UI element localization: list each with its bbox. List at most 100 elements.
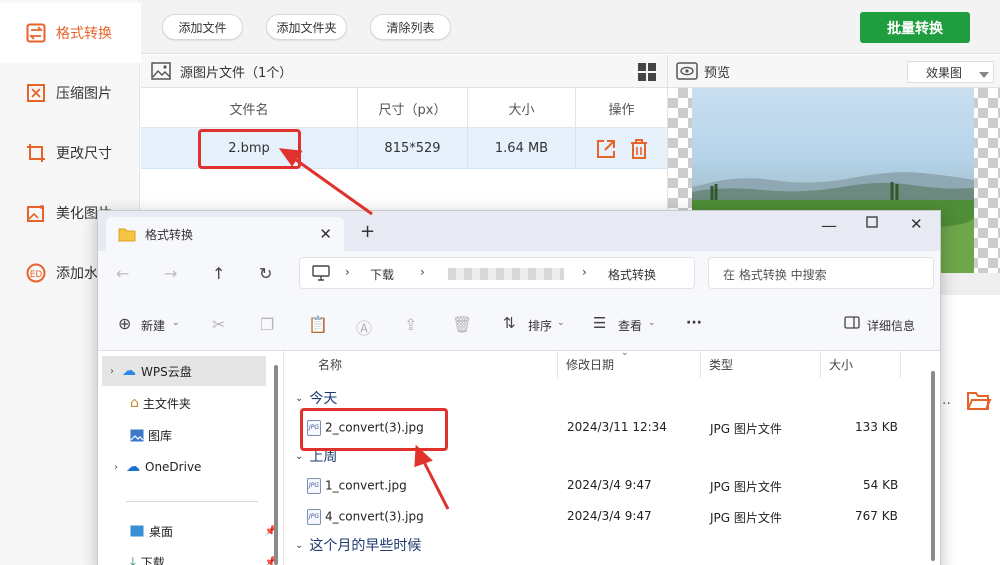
sort-button[interactable]: 排序	[528, 317, 552, 334]
folder-open-icon[interactable]	[966, 389, 992, 417]
delete-icon[interactable]: 🗑	[452, 315, 472, 334]
batch-convert-button[interactable]: 批量转换	[860, 12, 970, 43]
compress-icon	[26, 83, 46, 103]
paste-icon[interactable]: 📋	[308, 315, 328, 334]
close-window-icon[interactable]: ✕	[910, 215, 923, 233]
list-item[interactable]: JPG 4_convert(3).jpg 2024/3/4 9:47 JPG 图片…	[285, 502, 935, 530]
column-actions: 操作	[608, 102, 635, 118]
file-list-scrollbar[interactable]	[931, 371, 935, 561]
more-button[interactable]: ···	[686, 315, 702, 331]
chevron-down-icon: ⌄	[295, 392, 304, 404]
sidebar-item-compress[interactable]: 压缩图片	[0, 63, 140, 123]
desktop-icon	[130, 525, 144, 537]
image-icon	[151, 62, 171, 80]
chevron-down-icon: ⌄	[295, 450, 304, 462]
refresh-icon[interactable]: ↻	[259, 264, 272, 283]
chevron-right-icon: ›	[114, 461, 118, 473]
copy-icon[interactable]: ❐	[260, 315, 274, 334]
group-header-earlier-this-month[interactable]: ⌄ 这个月的早些时候	[295, 535, 421, 555]
source-files-title: 源图片文件（1个）	[180, 65, 293, 81]
file-date: 2024/3/4 9:47	[567, 478, 652, 492]
file-dimensions: 815*529	[358, 128, 468, 169]
column-type[interactable]: 类型	[701, 351, 821, 378]
file-actions	[576, 128, 667, 169]
chevron-down-icon: ⌄	[648, 318, 656, 328]
rename-icon[interactable]: Ⓐ	[356, 315, 372, 339]
minimize-icon[interactable]: —	[821, 216, 837, 235]
chevron-down-icon: ⌄	[557, 318, 565, 328]
breadcrumb-item[interactable]: 下载	[370, 266, 394, 283]
maximize-icon[interactable]	[866, 216, 878, 232]
nav-item-label: OneDrive	[145, 460, 202, 474]
sidebar-item-label: 压缩图片	[56, 86, 112, 102]
cut-icon[interactable]: ✂	[212, 315, 225, 334]
navigation-pane: › ☁ WPS云盘 ⌂ 主文件夹 图库 › ☁ OneDrive 桌面 📌 ⤓ …	[98, 351, 284, 565]
share-icon[interactable]: ⇪	[404, 315, 417, 334]
nav-item-home[interactable]: ⌂ 主文件夹	[98, 388, 283, 418]
gallery-icon	[130, 429, 144, 442]
column-size[interactable]: 大小	[821, 351, 901, 378]
more-dots-icon[interactable]: ··	[942, 396, 951, 412]
nav-item-label: 桌面	[149, 524, 174, 539]
group-header-today[interactable]: ⌄ 今天	[295, 388, 337, 408]
eye-icon	[676, 61, 698, 85]
nav-item-gallery[interactable]: 图库	[98, 420, 283, 450]
breadcrumb[interactable]: › 下载 › › 格式转换	[299, 257, 695, 289]
group-label: 这个月的早些时候	[309, 538, 422, 554]
back-icon[interactable]: ←	[116, 264, 129, 283]
add-folder-button[interactable]: 添加文件夹	[266, 14, 347, 40]
breadcrumb-item[interactable]: 格式转换	[608, 266, 656, 283]
folder-icon	[118, 227, 136, 242]
column-size: 大小	[468, 88, 576, 128]
column-date[interactable]: 修改日期	[558, 351, 701, 378]
clear-list-button[interactable]: 清除列表	[370, 14, 451, 40]
nav-item-desktop[interactable]: 桌面 📌	[98, 516, 283, 546]
download-icon: ⤓	[130, 554, 136, 565]
nav-item-label: 图库	[148, 428, 173, 443]
list-item[interactable]: JPG 1_convert.jpg 2024/3/4 9:47 JPG 图片文件 …	[285, 471, 935, 499]
preview-title: 预览	[704, 65, 731, 81]
cloud-icon: ☁	[122, 363, 136, 379]
close-tab-icon[interactable]: ✕	[319, 225, 332, 243]
blurred-path	[448, 268, 564, 280]
up-icon[interactable]: ↑	[212, 264, 225, 283]
nav-item-downloads[interactable]: ⤓ 下载 📌	[98, 547, 283, 565]
view-button[interactable]: 查看	[618, 317, 642, 334]
chevron-right-icon: ›	[110, 365, 114, 377]
trash-icon[interactable]	[629, 138, 649, 160]
file-size: 133 KB	[855, 420, 898, 434]
file-name-cell: JPG 1_convert.jpg	[307, 478, 407, 494]
sidebar-item-format-convert[interactable]: 格式转换	[0, 3, 140, 63]
forward-icon[interactable]: →	[164, 264, 177, 283]
sidebar-item-resize[interactable]: 更改尺寸	[0, 123, 140, 183]
open-external-icon[interactable]	[595, 138, 617, 160]
highlight-box	[198, 129, 301, 169]
column-dimensions: 尺寸（px）	[358, 88, 468, 128]
file-size: 767 KB	[855, 509, 898, 523]
details-button[interactable]: 详细信息	[867, 317, 915, 334]
new-button[interactable]: 新建	[141, 317, 165, 334]
nav-item-label: 主文件夹	[142, 396, 191, 411]
new-tab-icon[interactable]: +	[360, 221, 375, 242]
new-icon[interactable]: ⊕	[118, 314, 131, 333]
search-input[interactable]: 在 格式转换 中搜索	[708, 257, 934, 289]
watermark-icon: ED	[26, 263, 46, 283]
nav-item-wps-cloud[interactable]: › ☁ WPS云盘	[102, 356, 266, 386]
add-file-button[interactable]: 添加文件	[162, 14, 243, 40]
file-size: 54 KB	[863, 478, 899, 492]
column-name[interactable]: 名称	[310, 351, 558, 378]
source-files-header: 源图片文件（1个）	[141, 55, 667, 88]
preview-mode-select[interactable]: 效果图	[907, 61, 994, 83]
tab-title: 格式转换	[145, 227, 194, 242]
tab-format-convert[interactable]: 格式转换 ✕	[106, 217, 344, 251]
svg-text:ED: ED	[30, 270, 43, 280]
preview-mode-value: 效果图	[926, 65, 963, 80]
sort-indicator-icon: ⌄	[621, 348, 629, 358]
grid-view-icon[interactable]	[637, 62, 657, 82]
source-table-header: 文件名 尺寸（px） 大小 操作	[141, 88, 667, 128]
chevron-down-icon: ⌄	[295, 539, 304, 551]
sidebar-item-label: 格式转换	[56, 26, 112, 42]
nav-item-onedrive[interactable]: › ☁ OneDrive	[98, 452, 283, 482]
onedrive-icon: ☁	[126, 459, 140, 475]
nav-scrollbar[interactable]	[274, 365, 278, 565]
